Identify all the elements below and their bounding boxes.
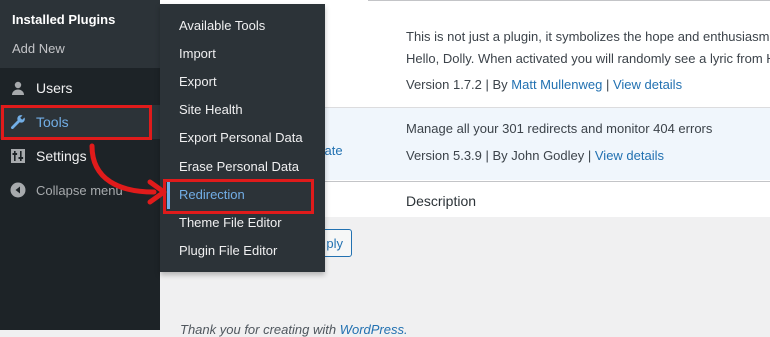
plugin-description: This is not just a plugin, it symbolizes…	[406, 29, 770, 44]
sliders-icon	[10, 148, 26, 164]
plugin-description: Manage all your 301 redirects and monito…	[406, 121, 713, 136]
view-details-link[interactable]: View details	[613, 77, 682, 92]
flyout-item-available-tools[interactable]: Available Tools	[179, 18, 265, 33]
plugins-submenu: Installed Plugins Add New	[0, 0, 160, 68]
flyout-item-plugin-file-editor[interactable]: Plugin File Editor	[179, 243, 277, 258]
flyout-item-theme-file-editor[interactable]: Theme File Editor	[179, 215, 282, 230]
flyout-item-erase-personal-data[interactable]: Erase Personal Data	[179, 159, 299, 174]
plugin-version-line: Version 1.7.2 | By Matt Mullenweg | View…	[406, 77, 682, 92]
submenu-add-new[interactable]: Add New	[12, 41, 65, 56]
flyout-item-export[interactable]: Export	[179, 74, 217, 89]
sidebar-item-label: Settings	[36, 148, 87, 164]
submenu-installed-plugins[interactable]: Installed Plugins	[12, 12, 115, 27]
tools-flyout-menu: Available Tools Import Export Site Healt…	[160, 4, 325, 272]
users-icon	[10, 80, 26, 96]
annotation-box-tools	[1, 105, 152, 140]
version-text: Version 1.7.2 | By	[406, 77, 512, 92]
sidebar-item-users[interactable]: Users	[0, 71, 160, 105]
author-link[interactable]: Matt Mullenweg	[511, 77, 602, 92]
flyout-item-site-health[interactable]: Site Health	[179, 102, 243, 117]
plugin-version-line: Version 5.3.9 | By John Godley | View de…	[406, 148, 664, 163]
view-details-link[interactable]: View details	[595, 148, 664, 163]
flyout-item-import[interactable]: Import	[179, 46, 216, 61]
collapse-icon	[10, 182, 26, 198]
separator: |	[602, 77, 613, 92]
annotation-arrow-icon	[89, 143, 167, 205]
column-header-description[interactable]: Description	[406, 193, 476, 209]
flyout-item-export-personal-data[interactable]: Export Personal Data	[179, 130, 303, 145]
plugin-description: Hello, Dolly. When activated you will ra…	[406, 51, 770, 66]
version-text: Version 5.3.9 | By John Godley |	[406, 148, 595, 163]
annotation-box-redirection	[163, 179, 314, 214]
sidebar-item-label: Users	[36, 80, 73, 96]
